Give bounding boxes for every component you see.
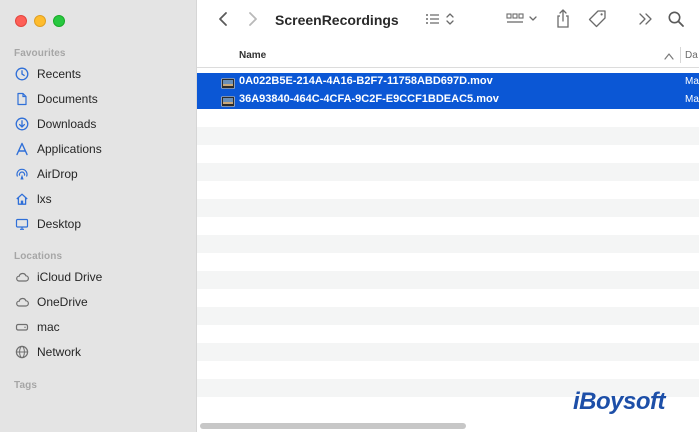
grid-view-icon <box>506 11 540 32</box>
sidebar-item-documents[interactable]: Documents <box>14 88 98 110</box>
empty-row <box>197 253 699 271</box>
sidebar-item-label: AirDrop <box>37 167 78 181</box>
desktop-icon <box>14 216 30 232</box>
sidebar-item-label: Desktop <box>37 217 82 231</box>
sidebar-item-label: Downloads <box>37 117 97 131</box>
document-icon <box>14 91 30 107</box>
group-by-button[interactable] <box>505 10 541 32</box>
sidebar-item-label: mac <box>37 320 60 334</box>
window-title: ScreenRecordings <box>275 12 399 28</box>
file-name: 36A93840-464C-4CFA-9C2F-E9CCF1BDEAC5.mov <box>239 93 499 105</box>
sidebar-item-label: Network <box>37 345 82 359</box>
back-button[interactable] <box>213 10 233 32</box>
column-header: Name Da <box>197 44 699 68</box>
double-chevron-icon <box>638 12 654 31</box>
video-file-icon <box>221 76 235 89</box>
empty-row <box>197 289 699 307</box>
empty-row <box>197 361 699 379</box>
file-date: Ma <box>685 94 699 105</box>
download-icon <box>14 116 30 132</box>
tag-button[interactable] <box>587 9 609 34</box>
sidebar-item-label: iCloud Drive <box>37 270 103 284</box>
share-icon <box>555 8 571 34</box>
sidebar-item-icloud-drive[interactable]: iCloud Drive <box>14 266 102 288</box>
window-controls <box>15 15 65 27</box>
chevron-left-icon <box>218 11 228 32</box>
chevron-right-icon <box>248 11 258 32</box>
minimize-window-button[interactable] <box>34 15 46 27</box>
forward-button[interactable] <box>243 10 263 32</box>
clock-icon <box>14 66 30 82</box>
home-icon <box>14 191 30 207</box>
finder-window: Favourites Recents Documents Downloads A… <box>0 0 699 432</box>
cloud-icon <box>14 269 30 285</box>
applications-icon <box>14 141 30 157</box>
cloud-icon <box>14 294 30 310</box>
sidebar-item-label: Documents <box>37 92 98 106</box>
maximize-window-button[interactable] <box>53 15 65 27</box>
sidebar-item-label: Applications <box>37 142 102 156</box>
empty-row <box>197 217 699 235</box>
column-divider[interactable] <box>680 47 681 63</box>
empty-row <box>197 343 699 361</box>
horizontal-scrollbar[interactable] <box>200 423 466 429</box>
empty-row <box>197 109 699 127</box>
globe-icon <box>14 344 30 360</box>
sidebar-item-mac[interactable]: mac <box>14 316 60 338</box>
file-name: 0A022B5E-214A-4A16-B2F7-11758ABD697D.mov <box>239 75 493 87</box>
sidebar-item-downloads[interactable]: Downloads <box>14 113 96 135</box>
sidebar: Favourites Recents Documents Downloads A… <box>0 0 197 432</box>
empty-row <box>197 307 699 325</box>
close-window-button[interactable] <box>15 15 27 27</box>
share-button[interactable] <box>553 8 573 34</box>
empty-row <box>197 271 699 289</box>
name-column-header[interactable]: Name <box>239 50 266 61</box>
sidebar-item-network[interactable]: Network <box>14 341 81 363</box>
sidebar-item-applications[interactable]: Applications <box>14 138 102 160</box>
file-row[interactable]: 0A022B5E-214A-4A16-B2F7-11758ABD697D.mov… <box>197 73 699 91</box>
file-row[interactable]: 36A93840-464C-4CFA-9C2F-E9CCF1BDEAC5.mov… <box>197 91 699 109</box>
date-column-header[interactable]: Da <box>685 50 698 61</box>
airdrop-icon <box>14 166 30 182</box>
video-file-icon <box>221 94 235 107</box>
sidebar-item-desktop[interactable]: Desktop <box>14 213 81 235</box>
file-list: 0A022B5E-214A-4A16-B2F7-11758ABD697D.mov… <box>197 73 699 423</box>
favourites-section-title: Favourites <box>14 48 66 59</box>
empty-row <box>197 325 699 343</box>
sort-ascending-icon <box>664 52 674 62</box>
locations-section-title: Locations <box>14 251 63 262</box>
view-mode-button[interactable] <box>423 10 461 32</box>
empty-row <box>197 145 699 163</box>
list-view-icon <box>424 11 460 32</box>
sidebar-item-label: Recents <box>37 67 82 81</box>
sidebar-item-onedrive[interactable]: OneDrive <box>14 291 88 313</box>
search-button[interactable] <box>665 10 687 32</box>
sidebar-item-home[interactable]: lxs <box>14 188 52 210</box>
file-date: Ma <box>685 76 699 87</box>
empty-row <box>197 199 699 217</box>
empty-row <box>197 235 699 253</box>
more-toolbar-button[interactable] <box>637 10 655 32</box>
empty-row <box>197 163 699 181</box>
drive-icon <box>14 319 30 335</box>
search-icon <box>667 10 685 33</box>
tags-section-title: Tags <box>14 380 37 391</box>
sidebar-item-recents[interactable]: Recents <box>14 63 81 85</box>
empty-row <box>197 127 699 145</box>
sidebar-item-label: lxs <box>37 192 52 206</box>
toolbar: ScreenRecordings <box>197 0 699 42</box>
tag-icon <box>588 9 608 34</box>
sidebar-item-airdrop[interactable]: AirDrop <box>14 163 78 185</box>
empty-row <box>197 181 699 199</box>
sidebar-item-label: OneDrive <box>37 295 88 309</box>
watermark-logo: iBoysoft <box>573 388 666 415</box>
